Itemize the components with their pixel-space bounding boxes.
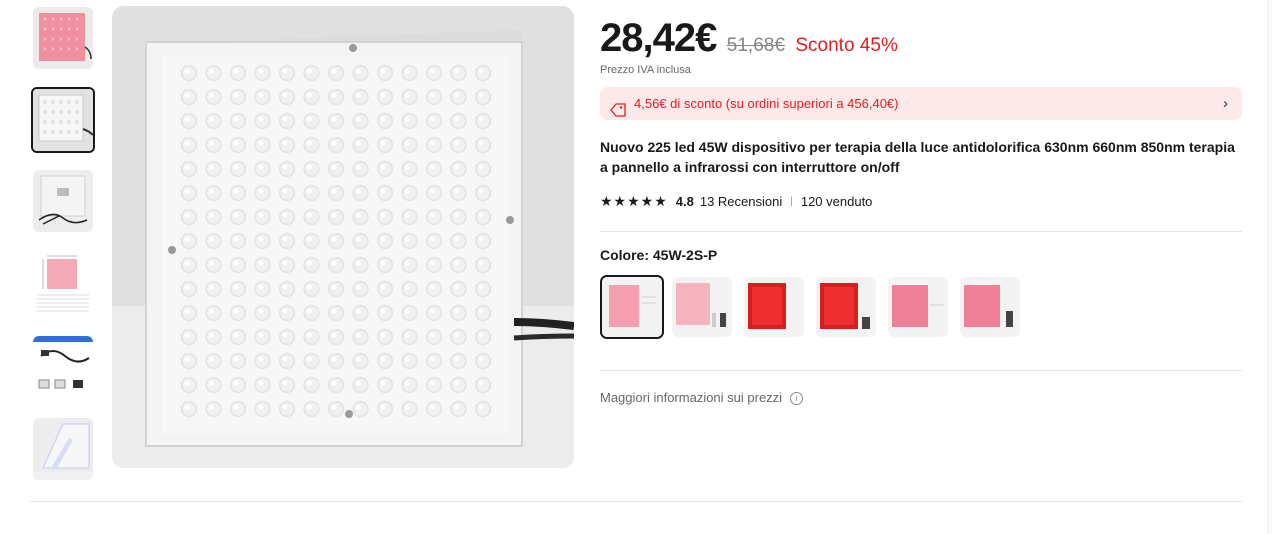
more-price-info-label: Maggiori informazioni sui prezzi — [600, 390, 783, 405]
color-swatch-1-selected[interactable] — [600, 275, 664, 339]
color-swatch-2[interactable] — [672, 277, 732, 337]
divider — [600, 231, 1242, 232]
chevron-right-icon: › — [1223, 95, 1228, 112]
color-label: Colore: 45W-2S-P — [600, 247, 718, 263]
info-icon: i — [790, 392, 804, 405]
color-swatch-5[interactable] — [888, 277, 948, 337]
product-title: Nuovo 225 led 45W dispositivo per terapi… — [600, 139, 1235, 175]
color-swatch-6[interactable] — [960, 277, 1020, 337]
main-product-image[interactable] — [112, 6, 574, 468]
thumbnail-5[interactable] — [33, 336, 93, 398]
current-price: 28,42€ — [600, 16, 717, 60]
tag-icon — [610, 96, 626, 129]
price-row: 28,42€ 51,68€ Sconto 45% — [600, 16, 898, 61]
coupon-text: 4,56€ di sconto (su ordini superiori a 4… — [634, 96, 899, 111]
discount-label: Sconto 45% — [795, 35, 898, 56]
divider — [600, 370, 1242, 371]
separator: | — [790, 196, 793, 207]
more-price-info-link[interactable]: Maggiori informazioni sui prezzi i — [600, 390, 804, 405]
rating-score: 4.8 — [675, 194, 694, 209]
original-price: 51,68€ — [726, 35, 785, 56]
section-divider — [30, 501, 1242, 502]
color-swatch-4[interactable] — [816, 277, 876, 337]
thumbnail-2-selected[interactable] — [31, 87, 95, 153]
rating-row: ★★★★★ 4.8 13 Recensioni | 120 venduto — [600, 193, 872, 210]
thumbnail-3[interactable] — [33, 170, 93, 232]
star-rating-icon: ★★★★★ — [600, 193, 668, 209]
coupon-banner[interactable]: 4,56€ di sconto (su ordini superiori a 4… — [600, 87, 1242, 120]
vat-note: Prezzo IVA inclusa — [600, 64, 691, 76]
reviews-link[interactable]: 13 Recensioni — [700, 194, 782, 209]
thumbnail-1[interactable] — [33, 7, 93, 69]
thumbnail-4[interactable] — [33, 253, 93, 315]
color-swatch-3[interactable] — [744, 277, 804, 337]
sold-count: 120 venduto — [800, 194, 873, 209]
thumbnail-6[interactable] — [33, 418, 93, 480]
scrollbar[interactable] — [1267, 0, 1272, 534]
